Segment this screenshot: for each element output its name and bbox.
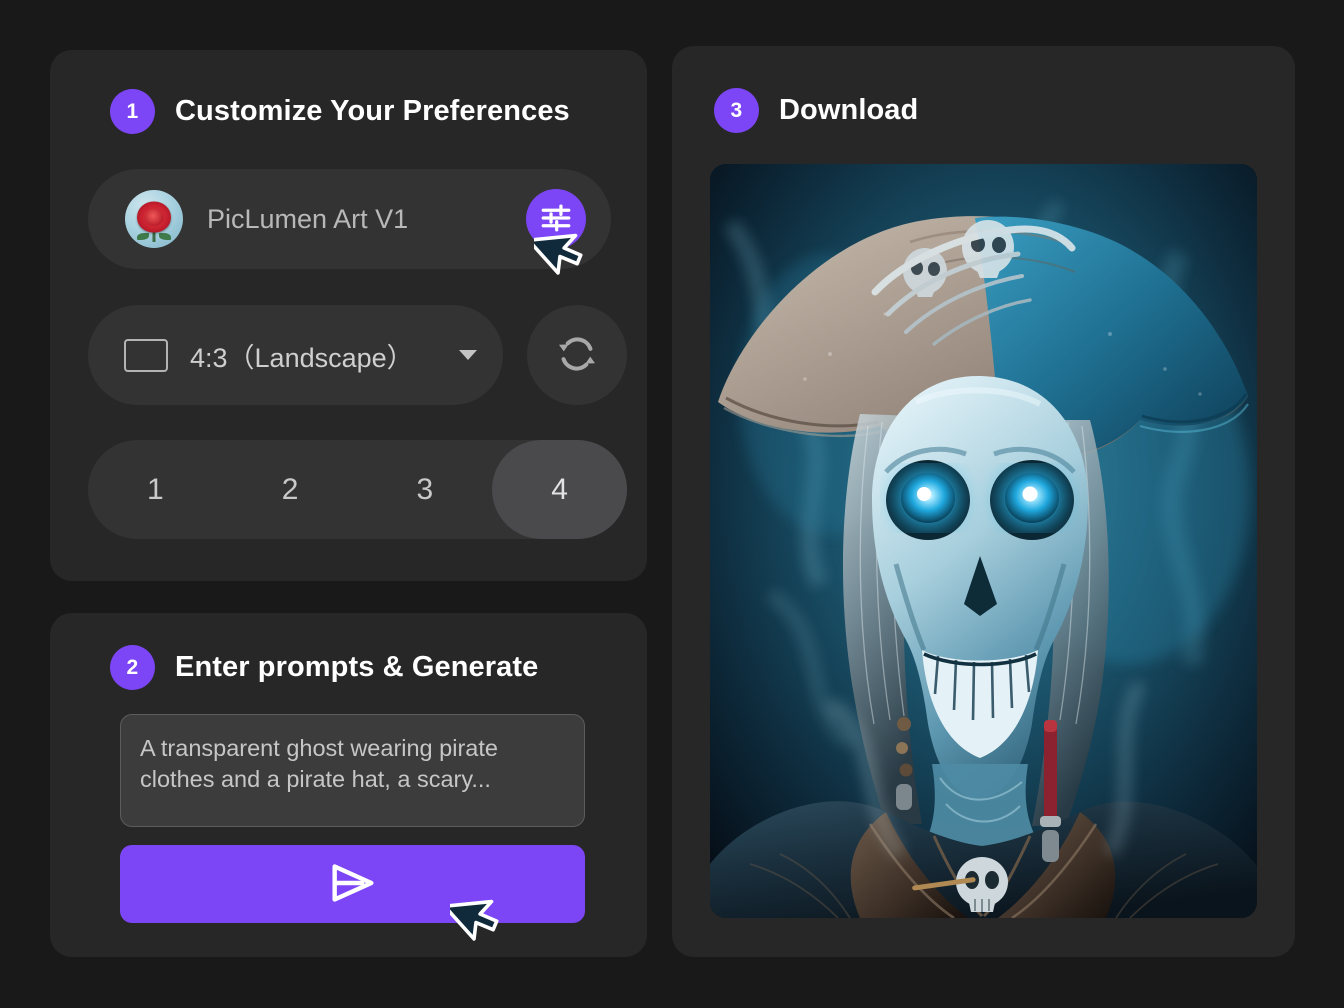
- aspect-ratio-value: 4:3（Landscape）: [190, 336, 459, 375]
- prompt-panel: 2 Enter prompts & Generate: [50, 613, 647, 957]
- generate-button[interactable]: [120, 845, 585, 923]
- download-panel: 3 Download: [672, 46, 1295, 957]
- preferences-header: 1 Customize Your Preferences: [110, 89, 570, 134]
- quantity-selector[interactable]: 1 2 3 4: [88, 440, 627, 539]
- rose-avatar-icon: [125, 190, 183, 248]
- randomize-button[interactable]: [527, 305, 627, 405]
- sliders-icon: [539, 201, 573, 238]
- app-root: 1 Customize Your Preferences PicLumen Ar…: [0, 0, 1344, 1008]
- model-selector[interactable]: PicLumen Art V1: [88, 169, 611, 269]
- send-icon: [324, 861, 382, 908]
- step-badge-3: 3: [714, 88, 759, 133]
- step-badge-1: 1: [110, 89, 155, 134]
- chevron-down-icon: [459, 350, 477, 360]
- prompt-header: 2 Enter prompts & Generate: [110, 645, 538, 690]
- prompt-title: Enter prompts & Generate: [175, 651, 538, 684]
- rectangle-icon: [124, 339, 168, 372]
- aspect-ratio-select[interactable]: 4:3（Landscape）: [88, 305, 503, 405]
- refresh-icon: [554, 331, 600, 380]
- quantity-option-2[interactable]: 2: [223, 440, 358, 539]
- download-title: Download: [779, 94, 918, 127]
- preferences-panel: 1 Customize Your Preferences PicLumen Ar…: [50, 50, 647, 581]
- model-name-label: PicLumen Art V1: [207, 204, 408, 235]
- quantity-option-4[interactable]: 4: [492, 440, 627, 539]
- download-header: 3 Download: [714, 88, 918, 133]
- generated-image[interactable]: [710, 164, 1257, 918]
- model-settings-button[interactable]: [526, 189, 586, 249]
- prompt-input[interactable]: [120, 714, 585, 827]
- step-badge-2: 2: [110, 645, 155, 690]
- quantity-option-1[interactable]: 1: [88, 440, 223, 539]
- quantity-option-3[interactable]: 3: [358, 440, 493, 539]
- preferences-title: Customize Your Preferences: [175, 95, 570, 128]
